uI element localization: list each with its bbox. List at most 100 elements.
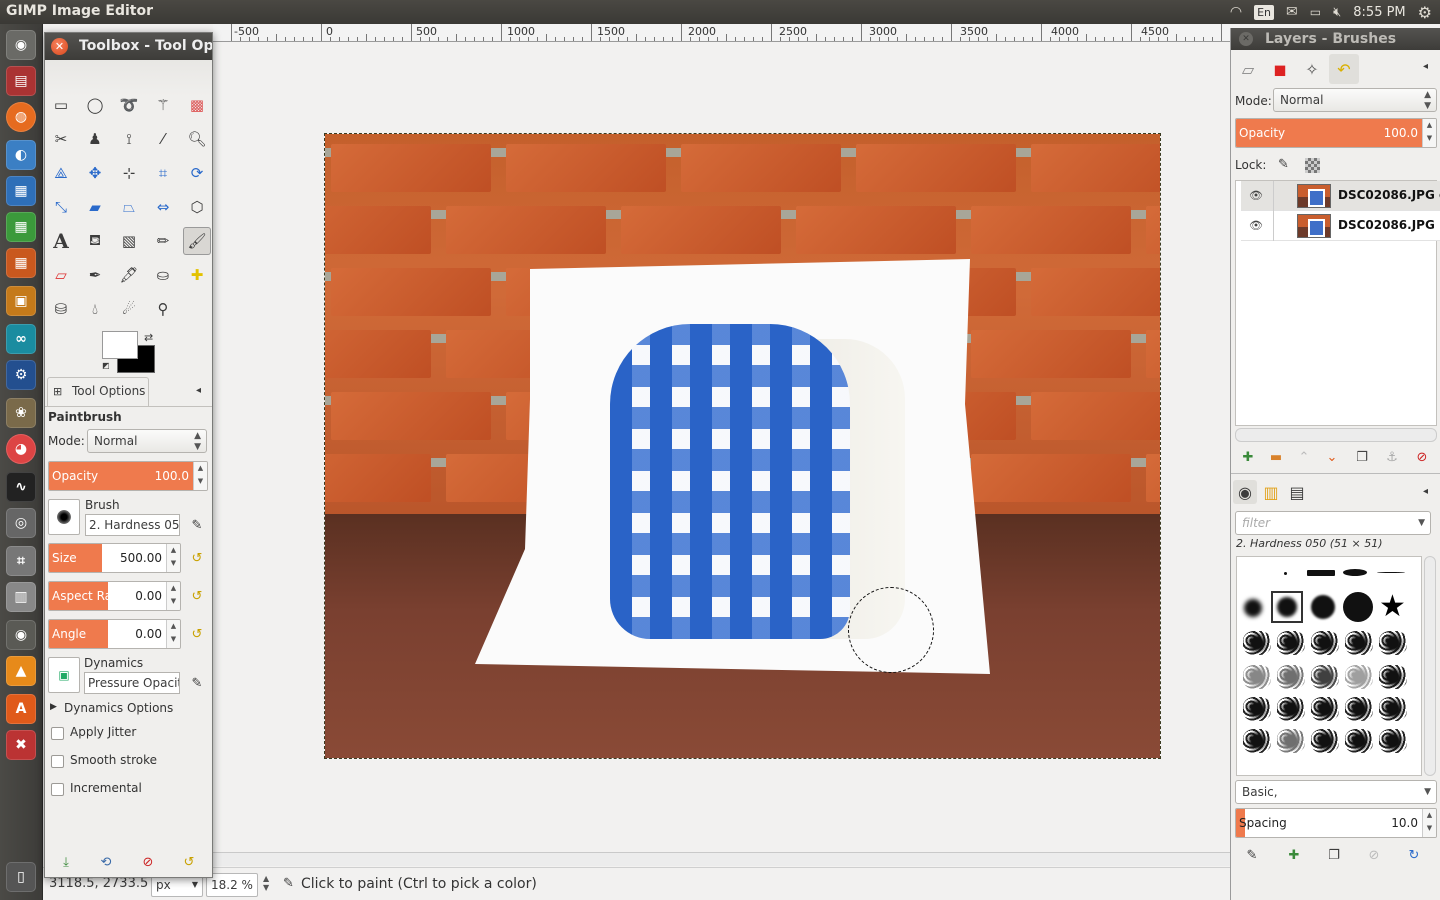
- camera-icon[interactable]: ◎: [6, 508, 36, 538]
- chain-cell[interactable]: [1273, 211, 1274, 241]
- wifi-icon[interactable]: ◠: [1230, 4, 1242, 20]
- undo-history-tab-icon[interactable]: ↶: [1329, 54, 1359, 84]
- heal-icon[interactable]: ✚: [183, 261, 211, 289]
- default-colors-icon[interactable]: ◩: [102, 361, 110, 370]
- dynamics-options-expander[interactable]: Dynamics Options: [64, 701, 173, 715]
- tab-menu-icon[interactable]: ◂: [196, 385, 201, 396]
- reset-options-icon[interactable]: ↺: [178, 851, 200, 873]
- opacity-spin[interactable]: ▲ ▼: [193, 462, 207, 490]
- brush-item[interactable]: [1311, 729, 1339, 753]
- brush-item[interactable]: [1243, 631, 1271, 655]
- dynamics-field[interactable]: Pressure Opacity: [84, 672, 180, 694]
- brush-item[interactable]: [1379, 697, 1407, 721]
- visibility-eye-icon[interactable]: 👁︎: [1249, 219, 1263, 232]
- blur-icon[interactable]: 💧︎: [81, 295, 109, 323]
- clone-icon[interactable]: ⛀: [149, 261, 177, 289]
- layers-hscrollbar[interactable]: [1235, 428, 1437, 442]
- image-canvas[interactable]: [324, 133, 1161, 759]
- paintbrush-icon[interactable]: 🖌︎: [183, 227, 211, 255]
- move-icon[interactable]: ✥: [81, 159, 109, 187]
- paths-icon[interactable]: ⟟: [115, 125, 143, 153]
- brush-item[interactable]: [1311, 631, 1339, 655]
- close-icon[interactable]: ✕: [51, 38, 68, 55]
- zoom-field[interactable]: 18.2 %: [206, 873, 258, 897]
- expander-icon[interactable]: ▶: [50, 702, 57, 712]
- brush-item[interactable]: [1377, 572, 1405, 573]
- brush-item[interactable]: [1379, 729, 1407, 753]
- cage-icon[interactable]: ⬡: [183, 193, 211, 221]
- layers-mode-select[interactable]: Normal ▲ ▼: [1273, 88, 1437, 112]
- brush-preview[interactable]: [48, 499, 80, 535]
- duplicate-layer-icon[interactable]: ❐: [1351, 446, 1373, 468]
- brush-grid-scrollbar[interactable]: [1424, 556, 1436, 776]
- fuzzy-select-icon[interactable]: ⚚: [149, 91, 177, 119]
- settings-gear-icon[interactable]: ⚙: [1418, 3, 1432, 22]
- bucket-fill-icon[interactable]: ⛾: [81, 227, 109, 255]
- brush-item[interactable]: [1379, 665, 1407, 689]
- scale-icon[interactable]: ⤡: [47, 193, 75, 221]
- perspective-clone-icon[interactable]: ⛁: [47, 295, 75, 323]
- system-settings-icon[interactable]: ⚙: [6, 360, 36, 390]
- brush-item[interactable]: [1345, 665, 1373, 689]
- brush-item[interactable]: [1243, 729, 1271, 753]
- foreground-color[interactable]: [102, 331, 138, 359]
- reset-angle-icon[interactable]: ↺: [186, 623, 208, 645]
- chain-cell[interactable]: [1273, 181, 1274, 211]
- brush-item[interactable]: [1307, 570, 1335, 576]
- dash-icon[interactable]: ◉: [6, 30, 36, 60]
- new-brush-icon[interactable]: ✚: [1283, 844, 1305, 866]
- brush-item[interactable]: [1277, 665, 1305, 689]
- rhythmbox-icon[interactable]: ◉: [6, 620, 36, 650]
- ellipse-select-icon[interactable]: ◯: [81, 91, 109, 119]
- impress-icon[interactable]: ▦: [6, 248, 36, 278]
- size-slider[interactable]: Size 500.00 ▲ ▼: [48, 543, 181, 573]
- paths-tab-icon[interactable]: ✧: [1297, 54, 1327, 84]
- raise-layer-icon[interactable]: ⌃: [1293, 446, 1315, 468]
- dock-menu-icon[interactable]: ◂: [1423, 61, 1428, 72]
- swap-colors-icon[interactable]: ⇄: [144, 331, 153, 344]
- chrome-icon[interactable]: ◕: [6, 434, 36, 464]
- brush-item[interactable]: [1311, 665, 1339, 689]
- patterns-tab-icon[interactable]: ▥: [1259, 480, 1283, 504]
- zoom-spin[interactable]: ▲ ▼: [263, 874, 269, 892]
- brush-item[interactable]: [1345, 631, 1373, 655]
- rect-select-icon[interactable]: ▭: [47, 91, 75, 119]
- screenshot-icon[interactable]: ⌗: [6, 546, 36, 576]
- software-updater-icon[interactable]: A: [6, 694, 36, 724]
- edit-dynamics-icon[interactable]: ✎: [186, 672, 208, 694]
- firefox-icon[interactable]: ◍: [6, 102, 36, 132]
- brush-item[interactable]: [1345, 697, 1373, 721]
- layers-tab-icon[interactable]: ▱: [1233, 54, 1263, 84]
- angle-spin[interactable]: ▲ ▼: [166, 620, 180, 648]
- battery-icon[interactable]: ▭: [1310, 5, 1321, 19]
- horizontal-ruler[interactable]: -500 0 500 1000 1500 2000 2500 3000 3500…: [213, 24, 1230, 42]
- perspective-icon[interactable]: ⏢: [115, 193, 143, 221]
- aspect-spin[interactable]: ▲ ▼: [166, 582, 180, 610]
- edit-brush-dock-icon[interactable]: ✎: [1241, 844, 1263, 866]
- duplicate-brush-icon[interactable]: ❐: [1323, 844, 1345, 866]
- files-icon[interactable]: ▤: [6, 66, 36, 96]
- color-select-icon[interactable]: ▩: [183, 91, 211, 119]
- star-brush[interactable]: ★: [1379, 589, 1406, 624]
- software-center-icon[interactable]: ▣: [6, 286, 36, 316]
- foreground-select-icon[interactable]: ♟: [81, 125, 109, 153]
- vlc-icon[interactable]: ▲: [6, 656, 36, 686]
- keyboard-layout-indicator[interactable]: En: [1254, 4, 1274, 20]
- brush-tag-select[interactable]: Basic, ▼: [1235, 780, 1437, 804]
- color-picker-icon[interactable]: ⁄: [149, 125, 177, 153]
- brush-item[interactable]: [1244, 599, 1262, 617]
- dock-close-icon[interactable]: ✕: [1239, 32, 1253, 46]
- size-spin[interactable]: ▲ ▼: [166, 544, 180, 572]
- new-layer-icon[interactable]: ✚: [1237, 446, 1259, 468]
- opacity-slider[interactable]: Opacity 100.0 ▲ ▼: [48, 461, 208, 491]
- aspect-ratio-slider[interactable]: Aspect Ratio 0.00 ▲ ▼: [48, 581, 181, 611]
- clock[interactable]: 8:55 PM: [1353, 5, 1405, 20]
- writer-icon[interactable]: ▦: [6, 176, 36, 206]
- calculator-icon[interactable]: ▥: [6, 582, 36, 612]
- restore-options-icon[interactable]: ⟲: [95, 851, 117, 873]
- gradients-tab-icon[interactable]: ▤: [1285, 480, 1309, 504]
- brush-item[interactable]: [1243, 665, 1271, 689]
- edit-brush-icon[interactable]: ✎: [186, 514, 208, 536]
- delete-brush-icon[interactable]: ⊘: [1363, 844, 1385, 866]
- pencil-icon[interactable]: ✏: [149, 227, 177, 255]
